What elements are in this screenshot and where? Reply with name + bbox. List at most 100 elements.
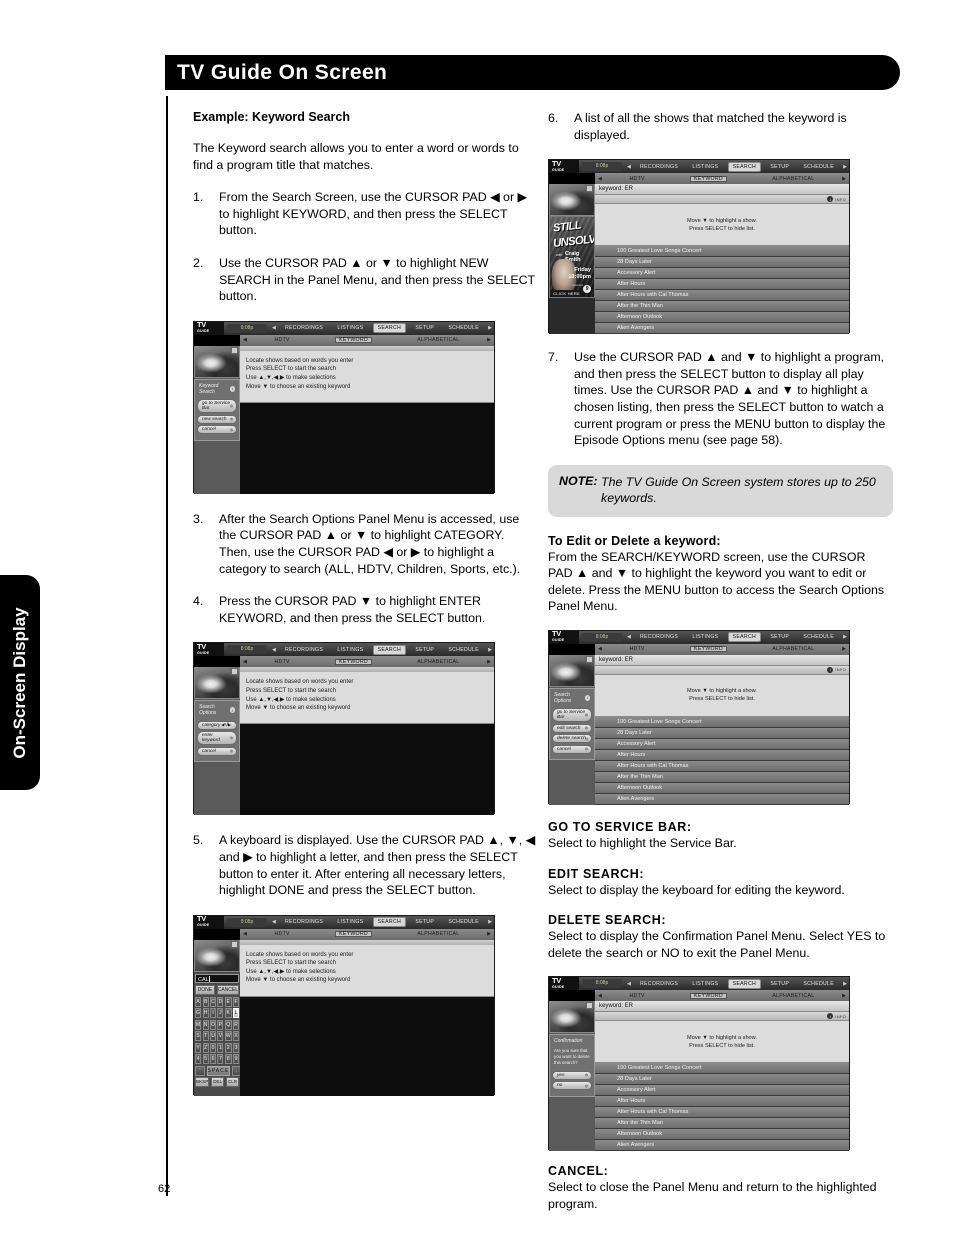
menu-item-setup[interactable]: SETUP xyxy=(766,633,793,641)
keyboard-key-d[interactable]: D xyxy=(217,996,224,1007)
show-list-row[interactable]: 28 Days Later xyxy=(595,1074,849,1086)
show-list-row[interactable]: Accessory Alert xyxy=(595,268,849,280)
info-icon[interactable]: i xyxy=(827,196,834,203)
keyboard-key-q[interactable]: Q xyxy=(224,1019,232,1030)
keyboard-key-j[interactable]: J xyxy=(217,1008,224,1019)
video-thumbnail[interactable] xyxy=(194,345,240,378)
menu-item-schedule[interactable]: SCHEDULE xyxy=(799,633,838,641)
keyboard-key-b[interactable]: B xyxy=(202,996,209,1007)
keyboard-clr-button[interactable]: CLR xyxy=(226,1077,240,1088)
keyboard-input-field[interactable]: CAL xyxy=(195,973,239,983)
panel-button-go-to-service-bar[interactable]: go to Service Bar xyxy=(552,708,592,723)
sub-menu-item-hdtv[interactable]: HDTV xyxy=(270,337,293,343)
keyboard-key-1[interactable]: 1 xyxy=(217,1042,224,1053)
keyboard-key-2[interactable]: 2 xyxy=(224,1042,232,1053)
panel-button-go-to-service-bar[interactable]: go to Service Bar xyxy=(197,399,237,414)
show-list-row[interactable]: Alien Avengers xyxy=(595,1140,849,1152)
menu-item-setup[interactable]: SETUP xyxy=(766,163,793,171)
menu-item-schedule[interactable]: SCHEDULE xyxy=(444,324,483,332)
video-thumbnail[interactable] xyxy=(549,1001,595,1034)
sub-right-arrow-icon[interactable]: ▶ xyxy=(484,337,494,343)
sub-left-arrow-icon[interactable]: ◀ xyxy=(595,646,605,652)
show-list-row[interactable]: 28 Days Later xyxy=(595,727,849,739)
show-list-row[interactable]: After Hours with Cal Thomas xyxy=(595,290,849,302)
sub-menu-item-keyword[interactable]: KEYWORD xyxy=(690,646,727,653)
left-arrow-icon[interactable]: ◀ xyxy=(625,164,633,170)
panel-button-cancel[interactable]: cancel xyxy=(197,746,237,756)
menu-item-setup[interactable]: SETUP xyxy=(411,324,438,332)
keyboard-key-3[interactable]: 3 xyxy=(233,1042,239,1053)
sub-menu-item-keyword[interactable]: KEYWORD xyxy=(690,992,727,999)
menu-item-schedule[interactable]: SCHEDULE xyxy=(444,646,483,654)
panel-button-cancel[interactable]: cancel xyxy=(197,425,237,435)
keyboard-key-9[interactable]: 9 xyxy=(233,1054,239,1065)
show-list-row[interactable]: 100 Greatest Love Songs Concert xyxy=(595,246,849,258)
sub-menu-item-alphabetical[interactable]: ALPHABETICAL xyxy=(413,931,463,937)
keyboard-key-4[interactable]: 4 xyxy=(195,1054,202,1065)
sub-left-arrow-icon[interactable]: ◀ xyxy=(595,176,605,182)
menu-item-recordings[interactable]: RECORDINGS xyxy=(636,633,682,641)
menu-item-listings[interactable]: LISTINGS xyxy=(688,163,722,171)
sub-menu-item-hdtv[interactable]: HDTV xyxy=(625,176,648,182)
panel-button-no[interactable]: no xyxy=(552,1081,592,1091)
menu-item-schedule[interactable]: SCHEDULE xyxy=(799,980,838,988)
show-list-row[interactable]: After Hours xyxy=(595,1096,849,1108)
sub-menu-item-alphabetical[interactable]: ALPHABETICAL xyxy=(768,646,818,652)
sub-menu-item-keyword[interactable]: KEYWORD xyxy=(690,175,727,182)
right-arrow-icon[interactable]: ▶ xyxy=(486,325,494,331)
right-arrow-icon[interactable]: ▶ xyxy=(841,981,849,987)
keyboard-key-o[interactable]: O xyxy=(210,1019,216,1030)
keyboard-key-g[interactable]: G xyxy=(195,1008,202,1019)
sub-menu-item-keyword[interactable]: KEYWORD xyxy=(335,931,372,938)
keyboard-key-r[interactable]: R xyxy=(233,1019,239,1030)
menu-item-search[interactable]: SEARCH xyxy=(373,645,406,654)
sub-menu-item-alphabetical[interactable]: ALPHABETICAL xyxy=(768,176,818,182)
keyboard-key-n[interactable]: N xyxy=(202,1019,209,1030)
show-list-row[interactable]: Afternoon Outlook xyxy=(595,1129,849,1141)
menu-item-recordings[interactable]: RECORDINGS xyxy=(281,324,327,332)
video-thumbnail[interactable] xyxy=(194,667,240,700)
show-list-row[interactable]: Afternoon Outlook xyxy=(595,782,849,794)
show-list-row[interactable]: After Hours xyxy=(595,279,849,291)
left-arrow-icon[interactable]: ◀ xyxy=(625,634,633,640)
menu-item-search[interactable]: SEARCH xyxy=(728,162,761,171)
left-arrow-icon[interactable]: ◀ xyxy=(270,325,278,331)
show-list-row[interactable]: After Hours with Cal Thomas xyxy=(595,760,849,772)
advertisement-tile[interactable]: STILL UNSOLVED with Craig Smith Friday 1… xyxy=(549,216,595,299)
sub-menu-item-alphabetical[interactable]: ALPHABETICAL xyxy=(768,993,818,999)
panel-info-icon[interactable]: i xyxy=(229,385,235,392)
sub-left-arrow-icon[interactable]: ◀ xyxy=(240,659,250,665)
menu-item-listings[interactable]: LISTINGS xyxy=(333,324,367,332)
keyboard-key-t[interactable]: T xyxy=(202,1031,209,1042)
sub-menu-item-hdtv[interactable]: HDTV xyxy=(270,659,293,665)
right-arrow-icon[interactable]: ▶ xyxy=(841,634,849,640)
menu-item-setup[interactable]: SETUP xyxy=(411,918,438,926)
menu-item-setup[interactable]: SETUP xyxy=(766,980,793,988)
sub-right-arrow-icon[interactable]: ▶ xyxy=(484,931,494,937)
ad-click-here-button[interactable]: CLICK HERE xyxy=(550,290,584,298)
menu-item-search[interactable]: SEARCH xyxy=(373,918,406,927)
show-list-row[interactable]: After the Thin Man xyxy=(595,771,849,783)
panel-info-icon[interactable]: i xyxy=(584,694,590,701)
keyboard-key-0[interactable]: 0 xyxy=(210,1042,216,1053)
keyboard-key-i[interactable]: I xyxy=(210,1008,216,1019)
panel-button-enter-keyword[interactable]: enter keyword xyxy=(197,731,237,746)
keyboard-key-h[interactable]: H xyxy=(202,1008,209,1019)
show-list-row[interactable]: After Hours xyxy=(595,749,849,761)
right-arrow-icon[interactable]: ▶ xyxy=(486,919,494,925)
panel-button-edit-search[interactable]: edit search xyxy=(552,723,592,733)
keyboard-key-l[interactable]: L xyxy=(233,1008,239,1019)
keyboard-key-quote-left[interactable]: ' xyxy=(195,1065,205,1076)
keyboard-key-x[interactable]: X xyxy=(233,1031,239,1042)
show-list-row[interactable]: Afternoon Outlook xyxy=(595,312,849,324)
keyboard-key-a[interactable]: A xyxy=(195,996,202,1007)
show-list-row[interactable]: After the Thin Man xyxy=(595,1118,849,1130)
sub-right-arrow-icon[interactable]: ▶ xyxy=(839,646,849,652)
show-list-row[interactable]: Accessory Alert xyxy=(595,738,849,750)
sub-left-arrow-icon[interactable]: ◀ xyxy=(595,993,605,999)
info-icon[interactable]: i xyxy=(827,666,834,673)
keyboard-key-f[interactable]: F xyxy=(233,996,239,1007)
left-arrow-icon[interactable]: ◀ xyxy=(270,919,278,925)
show-list-row[interactable]: After Hours with Cal Thomas xyxy=(595,1107,849,1119)
show-list-row[interactable]: Accessory Alert xyxy=(595,1085,849,1097)
